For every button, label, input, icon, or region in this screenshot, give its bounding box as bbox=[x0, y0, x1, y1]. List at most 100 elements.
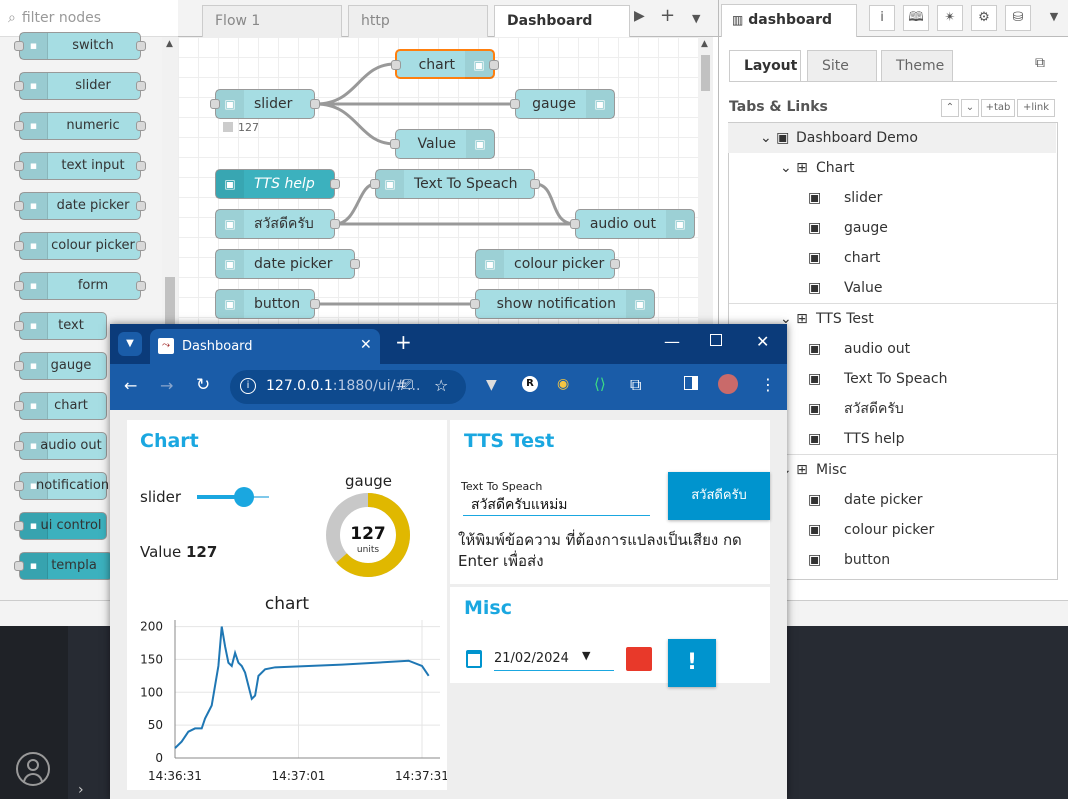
tree-widget-item[interactable]: ▣ slider bbox=[728, 183, 1056, 213]
input-port[interactable] bbox=[14, 41, 24, 51]
input-port[interactable] bbox=[14, 81, 24, 91]
output-port[interactable] bbox=[136, 121, 146, 131]
palette-node-colour-picker[interactable]: ▪ colour picker bbox=[14, 232, 146, 260]
flow-node-tts-help[interactable]: ▣ TTS help bbox=[215, 169, 340, 199]
extensions-puzzle-icon[interactable]: ⧉ bbox=[630, 375, 641, 395]
slider-control[interactable] bbox=[197, 487, 269, 507]
notification-button[interactable]: ! bbox=[668, 639, 716, 687]
bookmark-star-icon[interactable]: ☆ bbox=[434, 376, 448, 395]
output-port[interactable] bbox=[136, 241, 146, 251]
expand-all-button[interactable]: ⌄ bbox=[961, 99, 979, 117]
extension-r-icon[interactable]: R bbox=[522, 376, 538, 392]
info-icon[interactable]: i bbox=[869, 5, 895, 31]
input-port[interactable] bbox=[14, 201, 24, 211]
output-port[interactable] bbox=[136, 201, 146, 211]
browser-tab-dashboard[interactable]: ⤳ Dashboard ✕ bbox=[150, 329, 380, 364]
flow-node-slider[interactable]: ▣ slider bbox=[210, 89, 320, 119]
flow-node-text-to-speach[interactable]: ▣ Text To Speach bbox=[370, 169, 540, 199]
book-icon[interactable]: 🕮 bbox=[903, 5, 929, 31]
add-link-button[interactable]: +link bbox=[1017, 99, 1055, 117]
input-port[interactable] bbox=[14, 281, 24, 291]
colour-picker-swatch[interactable] bbox=[626, 647, 652, 671]
address-bar[interactable]: i 127.0.0.1:1880/ui/#... ⎚ ☆ bbox=[230, 370, 466, 404]
tts-text-input[interactable]: สวัสดีครับแหม่ม bbox=[463, 492, 650, 516]
forward-icon[interactable]: → bbox=[160, 376, 173, 395]
palette-node-chart[interactable]: ▪ chart bbox=[14, 392, 107, 420]
output-port[interactable] bbox=[530, 179, 540, 189]
collapse-all-button[interactable]: ⌃ bbox=[941, 99, 959, 117]
output-port[interactable] bbox=[136, 161, 146, 171]
external-link-icon[interactable]: ⧉ bbox=[1035, 55, 1045, 71]
profile-avatar-icon[interactable] bbox=[718, 374, 738, 394]
install-app-icon[interactable]: ⎚ bbox=[402, 377, 413, 393]
input-port[interactable] bbox=[14, 441, 24, 451]
input-port[interactable] bbox=[570, 219, 580, 229]
palette-node-switch[interactable]: ▪ switch bbox=[14, 32, 146, 60]
input-port[interactable] bbox=[390, 139, 400, 149]
tab-http[interactable]: http bbox=[348, 5, 488, 37]
input-port[interactable] bbox=[14, 521, 24, 531]
flow-node-sawasdee[interactable]: ▣ สวัสดีครับ bbox=[215, 209, 340, 239]
date-picker-field[interactable]: 21/02/2024 ▼ bbox=[494, 641, 614, 671]
palette-node-gauge[interactable]: ▪ gauge bbox=[14, 352, 107, 380]
palette-node-text[interactable]: ▪ text bbox=[14, 312, 107, 340]
palette-node-form[interactable]: ▪ form bbox=[14, 272, 146, 300]
input-port[interactable] bbox=[510, 99, 520, 109]
input-port[interactable] bbox=[14, 481, 24, 491]
slider-thumb[interactable] bbox=[233, 487, 254, 507]
subtab-site[interactable]: Site bbox=[807, 50, 877, 82]
palette-node-audio-out[interactable]: ▪ audio out bbox=[14, 432, 107, 460]
tab-search-button[interactable]: ▼ bbox=[118, 332, 142, 356]
flow-node-show-notification[interactable]: ▣ show notification bbox=[470, 289, 655, 319]
output-port[interactable] bbox=[489, 60, 499, 70]
bug-icon[interactable]: ✴ bbox=[937, 5, 963, 31]
output-port[interactable] bbox=[310, 299, 320, 309]
extension-camera-icon[interactable]: ◉ bbox=[557, 376, 569, 392]
palette-node-text-input[interactable]: ▪ text input bbox=[14, 152, 146, 180]
scroll-right-icon[interactable]: ▶ bbox=[634, 8, 645, 24]
input-port[interactable] bbox=[14, 241, 24, 251]
maximize-icon[interactable] bbox=[710, 334, 722, 346]
add-tab-button[interactable]: +tab bbox=[981, 99, 1015, 117]
tree-tab-dashboard-demo[interactable]: ⌄ ▣ Dashboard Demo bbox=[728, 123, 1056, 153]
tree-widget-item[interactable]: ▣ chart bbox=[728, 243, 1056, 273]
output-port[interactable] bbox=[330, 219, 340, 229]
flow-node-button[interactable]: ▣ button bbox=[215, 289, 320, 319]
close-window-icon[interactable]: ✕ bbox=[756, 332, 769, 351]
palette-node-templa[interactable]: ▪ templa bbox=[14, 552, 113, 580]
gear-icon[interactable]: ⚙ bbox=[971, 5, 997, 31]
chevron-down-icon[interactable]: ▼ bbox=[1041, 5, 1067, 31]
flow-menu-chevron-icon[interactable]: ▼ bbox=[692, 12, 700, 25]
output-port[interactable] bbox=[310, 99, 320, 109]
extension-code-icon[interactable]: ⟨⟩ bbox=[594, 375, 606, 393]
output-port[interactable] bbox=[136, 81, 146, 91]
input-port[interactable] bbox=[14, 401, 24, 411]
input-port[interactable] bbox=[210, 99, 220, 109]
output-port[interactable] bbox=[136, 41, 146, 51]
subtab-layout[interactable]: Layout bbox=[729, 50, 801, 82]
output-port[interactable] bbox=[330, 179, 340, 189]
palette-node-notification[interactable]: ▪ notification bbox=[14, 472, 109, 500]
side-panel-icon[interactable] bbox=[684, 376, 698, 390]
palette-node-date-picker[interactable]: ▪ date picker bbox=[14, 192, 146, 220]
tree-widget-item[interactable]: ▣ Value bbox=[728, 273, 1056, 303]
tab-dashboard[interactable]: Dashboard bbox=[494, 5, 630, 37]
account-icon[interactable] bbox=[16, 752, 50, 786]
flow-node-date-picker[interactable]: ▣ date picker bbox=[215, 249, 360, 279]
close-tab-icon[interactable]: ✕ bbox=[360, 337, 372, 353]
input-port[interactable] bbox=[391, 60, 401, 70]
menu-kebab-icon[interactable]: ⋮ bbox=[760, 375, 776, 394]
add-flow-button[interactable]: + bbox=[660, 5, 675, 26]
sawasdee-button[interactable]: สวัสดีครับ bbox=[668, 472, 770, 520]
reload-icon[interactable]: ↻ bbox=[196, 375, 210, 395]
database-icon[interactable]: ⛁ bbox=[1005, 5, 1031, 31]
input-port[interactable] bbox=[14, 321, 24, 331]
input-port[interactable] bbox=[370, 179, 380, 189]
site-info-icon[interactable]: i bbox=[240, 378, 256, 394]
flow-node-chart[interactable]: ▣ chart bbox=[391, 49, 499, 79]
palette-node-ui-control[interactable]: ▪ ui control bbox=[14, 512, 107, 540]
tree-group-chart[interactable]: ⌄ ⊞ Chart bbox=[728, 153, 1056, 183]
flow-node-audio-out[interactable]: ▣ audio out bbox=[570, 209, 695, 239]
input-port[interactable] bbox=[14, 121, 24, 131]
input-port[interactable] bbox=[14, 561, 24, 571]
